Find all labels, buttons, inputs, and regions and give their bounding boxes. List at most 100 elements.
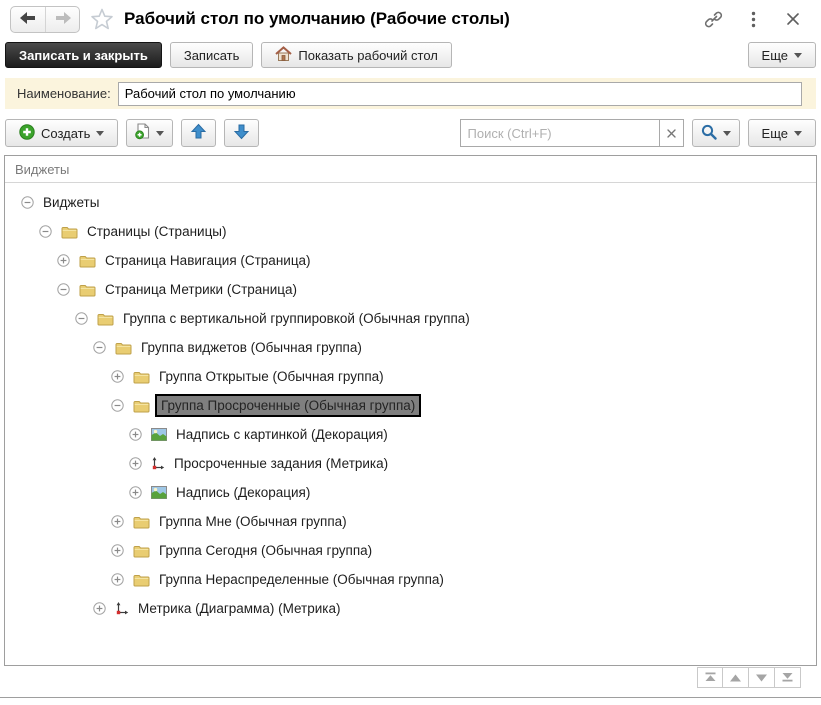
back-icon bbox=[20, 11, 36, 29]
collapse-icon[interactable] bbox=[57, 283, 70, 296]
folder-icon bbox=[133, 515, 150, 529]
tree-node-label: Страница Навигация (Страница) bbox=[105, 253, 311, 268]
scroll-down-button[interactable] bbox=[749, 667, 775, 688]
collapse-icon[interactable] bbox=[111, 399, 124, 412]
save-button[interactable]: Записать bbox=[170, 42, 254, 68]
save-and-close-label: Записать и закрыть bbox=[19, 48, 148, 63]
collapse-icon[interactable] bbox=[93, 341, 106, 354]
folder-icon bbox=[61, 225, 78, 239]
search-input[interactable] bbox=[460, 119, 660, 147]
collapse-icon[interactable] bbox=[39, 225, 52, 238]
tree-row[interactable]: Метрика (Диаграмма) (Метрика) bbox=[5, 594, 816, 623]
picture-icon bbox=[151, 428, 167, 441]
tree-row[interactable]: Группа Нераспределенные (Обычная группа) bbox=[5, 565, 816, 594]
search-box bbox=[460, 119, 684, 147]
tree-node-label: Надпись (Декорация) bbox=[176, 485, 310, 500]
tree-row[interactable]: Страницы (Страницы) bbox=[5, 217, 816, 246]
tree-node-label: Группа Нераспределенные (Обычная группа) bbox=[159, 572, 444, 587]
picture-icon bbox=[151, 486, 167, 499]
tree-row[interactable]: Виджеты bbox=[5, 188, 816, 217]
tree-rows: Виджеты Страницы (Страницы) Страница Нав… bbox=[5, 183, 816, 623]
link-icon[interactable] bbox=[703, 9, 723, 29]
tree-row[interactable]: Страница Метрики (Страница) bbox=[5, 275, 816, 304]
scroll-to-bottom-icon bbox=[781, 669, 794, 687]
move-up-button[interactable] bbox=[181, 119, 216, 147]
tree-row[interactable]: Просроченные задания (Метрика) bbox=[5, 449, 816, 478]
folder-icon bbox=[97, 312, 114, 326]
expand-icon[interactable] bbox=[129, 428, 142, 441]
collapse-icon[interactable] bbox=[75, 312, 88, 325]
tree-row[interactable]: Страница Навигация (Страница) bbox=[5, 246, 816, 275]
more-button-top[interactable]: Еще bbox=[748, 42, 816, 68]
page-title: Рабочий стол по умолчанию (Рабочие столы… bbox=[124, 0, 510, 38]
collapse-icon[interactable] bbox=[21, 196, 34, 209]
scroll-nav bbox=[697, 667, 801, 688]
chevron-down-icon bbox=[156, 131, 164, 140]
tree-row[interactable]: Группа Открытые (Обычная группа) bbox=[5, 362, 816, 391]
chevron-down-icon bbox=[794, 53, 802, 62]
scroll-up-button[interactable] bbox=[723, 667, 749, 688]
name-input[interactable] bbox=[118, 82, 802, 106]
tree-node-label: Надпись с картинкой (Декорация) bbox=[176, 427, 388, 442]
tree-row[interactable]: Группа Просроченные (Обычная группа) bbox=[5, 391, 816, 420]
search-settings-button[interactable] bbox=[692, 119, 740, 147]
tree-column-header: Виджеты bbox=[5, 156, 816, 183]
save-label: Записать bbox=[184, 48, 240, 63]
scroll-bottom-button[interactable] bbox=[775, 667, 801, 688]
tree-row[interactable]: Группа с вертикальной группировкой (Обыч… bbox=[5, 304, 816, 333]
folder-icon bbox=[115, 341, 132, 355]
scroll-to-top-icon bbox=[704, 669, 717, 687]
more-menu-icon[interactable] bbox=[743, 9, 763, 29]
magnifier-icon bbox=[701, 124, 717, 143]
history-nav bbox=[10, 6, 80, 33]
forward-button[interactable] bbox=[45, 7, 79, 32]
show-desktop-label: Показать рабочий стол bbox=[298, 48, 437, 63]
folder-icon bbox=[79, 254, 96, 268]
tree-node-label: Страница Метрики (Страница) bbox=[105, 282, 297, 297]
copy-button[interactable] bbox=[126, 119, 173, 147]
create-button[interactable]: Создать bbox=[5, 119, 118, 147]
tree-row[interactable]: Группа Сегодня (Обычная группа) bbox=[5, 536, 816, 565]
widgets-tree-panel: Виджеты Виджеты Страницы (Страницы) Стра… bbox=[4, 155, 817, 666]
chevron-down-icon bbox=[723, 131, 731, 140]
scroll-down-icon bbox=[755, 669, 768, 687]
folder-icon bbox=[133, 370, 150, 384]
close-icon[interactable] bbox=[783, 9, 803, 29]
expand-icon[interactable] bbox=[111, 573, 124, 586]
tree-node-label: Группа с вертикальной группировкой (Обыч… bbox=[123, 311, 470, 326]
main-toolbar: Записать и закрыть Записать Показать раб… bbox=[5, 42, 816, 68]
tree-row[interactable]: Надпись с картинкой (Декорация) bbox=[5, 420, 816, 449]
folder-icon bbox=[133, 573, 150, 587]
clear-search-icon[interactable] bbox=[660, 119, 684, 147]
save-and-close-button[interactable]: Записать и закрыть bbox=[5, 42, 162, 68]
folder-icon bbox=[79, 283, 96, 297]
expand-icon[interactable] bbox=[57, 254, 70, 267]
folder-icon bbox=[133, 544, 150, 558]
expand-icon[interactable] bbox=[111, 544, 124, 557]
home-icon bbox=[275, 46, 292, 65]
tree-node-label: Группа Сегодня (Обычная группа) bbox=[159, 543, 372, 558]
favorite-star-icon[interactable] bbox=[90, 7, 114, 36]
tree-row[interactable]: Надпись (Декорация) bbox=[5, 478, 816, 507]
move-down-button[interactable] bbox=[224, 119, 259, 147]
tree-row[interactable]: Группа виджетов (Обычная группа) bbox=[5, 333, 816, 362]
tree-node-label: Метрика (Диаграмма) (Метрика) bbox=[138, 601, 341, 616]
form-window: Рабочий стол по умолчанию (Рабочие столы… bbox=[0, 0, 821, 698]
expand-icon[interactable] bbox=[129, 457, 142, 470]
expand-icon[interactable] bbox=[129, 486, 142, 499]
scroll-up-icon bbox=[729, 669, 742, 687]
name-field-label: Наименование: bbox=[17, 86, 111, 101]
more-label: Еще bbox=[762, 126, 788, 141]
expand-icon[interactable] bbox=[93, 602, 106, 615]
tree-node-label: Виджеты bbox=[43, 195, 99, 210]
expand-icon[interactable] bbox=[111, 370, 124, 383]
back-button[interactable] bbox=[11, 7, 45, 32]
plus-circle-icon bbox=[19, 124, 35, 143]
tree-node-label: Группа виджетов (Обычная группа) bbox=[141, 340, 362, 355]
more-button-tree[interactable]: Еще bbox=[748, 119, 816, 147]
scroll-top-button[interactable] bbox=[697, 667, 723, 688]
show-desktop-button[interactable]: Показать рабочий стол bbox=[261, 42, 451, 68]
expand-icon[interactable] bbox=[111, 515, 124, 528]
metric-icon bbox=[115, 602, 129, 616]
tree-row[interactable]: Группа Мне (Обычная группа) bbox=[5, 507, 816, 536]
